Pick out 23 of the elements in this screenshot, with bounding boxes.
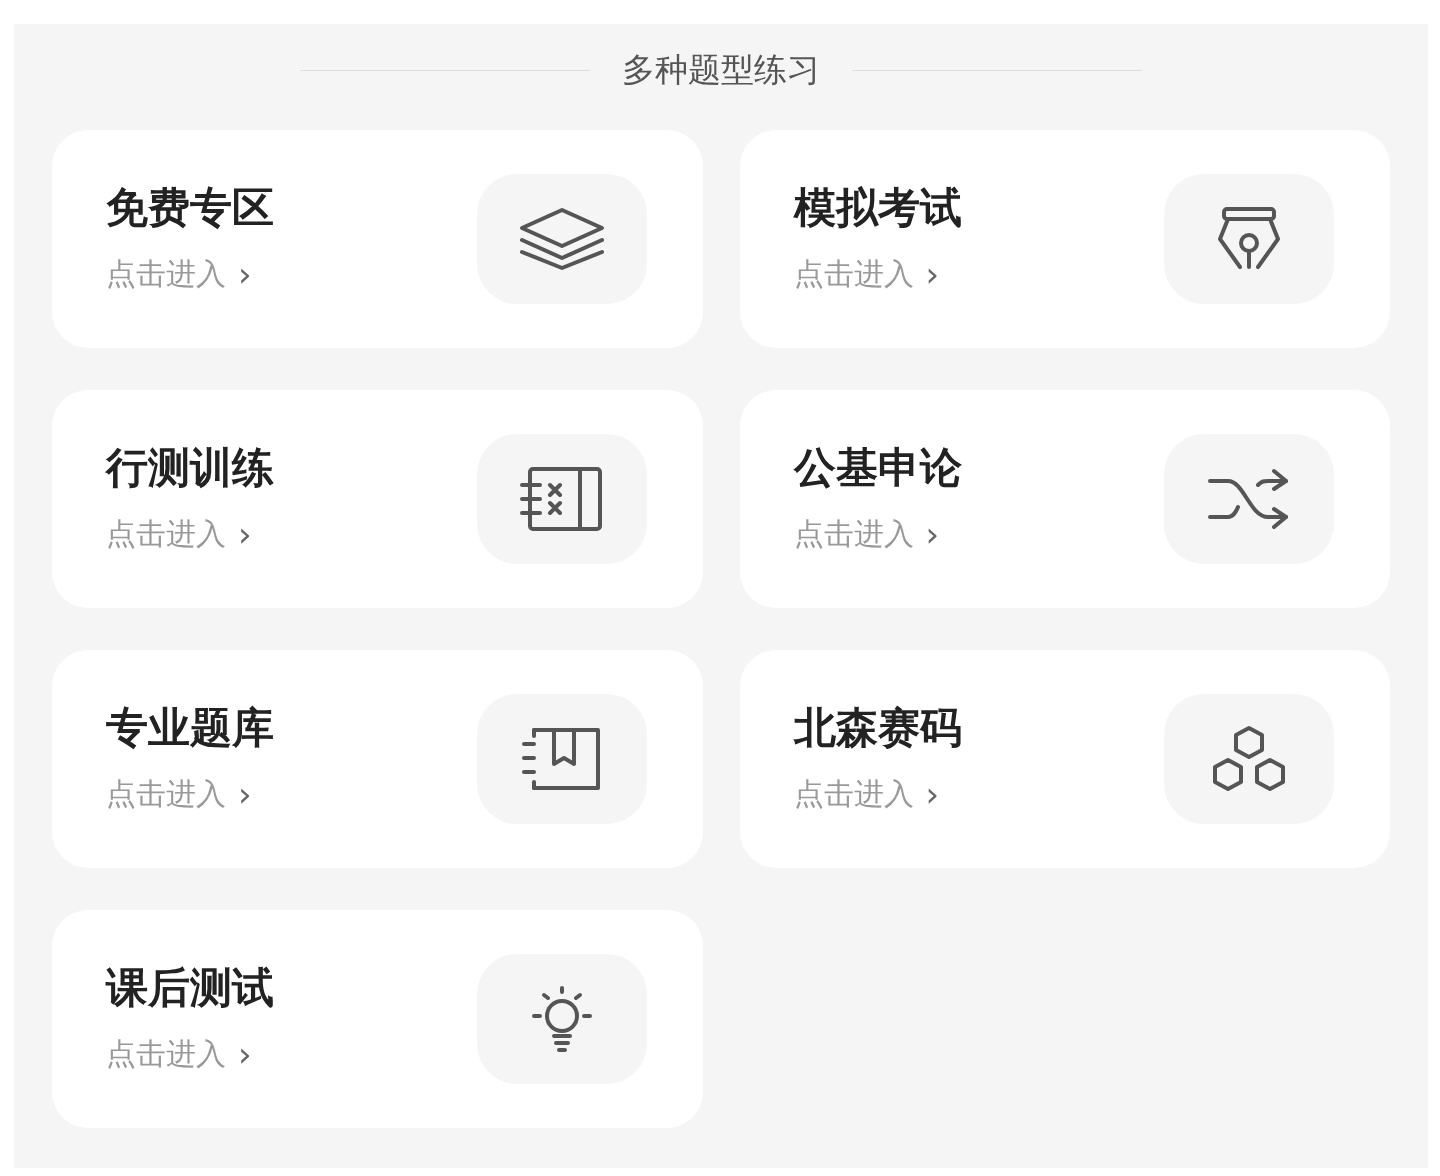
enter-link[interactable]: 点击进入 ›: [793, 777, 962, 811]
card-title: 行测训练: [106, 447, 274, 489]
enter-link[interactable]: 点击进入 ›: [106, 257, 274, 291]
card-title: 课后测试: [106, 967, 274, 1009]
category-card[interactable]: 行测训练 点击进入 ›: [52, 390, 703, 608]
category-card[interactable]: 专业题库 点击进入 ›: [52, 650, 703, 868]
category-card[interactable]: 模拟考试 点击进入 ›: [739, 130, 1390, 348]
enter-link[interactable]: 点击进入 ›: [793, 517, 962, 551]
card-title: 公基申论: [793, 447, 962, 489]
category-card[interactable]: 课后测试 点击进入 ›: [52, 910, 703, 1128]
enter-link[interactable]: 点击进入 ›: [793, 257, 962, 291]
card-title: 免费专区: [106, 187, 274, 229]
section-title: 多种题型练习: [622, 49, 820, 92]
enter-link[interactable]: 点击进入 ›: [106, 517, 274, 551]
category-card[interactable]: 北森赛码 点击进入 ›: [739, 650, 1390, 868]
card-title: 专业题库: [106, 707, 274, 749]
enter-link[interactable]: 点击进入 ›: [106, 777, 274, 811]
category-card[interactable]: 公基申论 点击进入 ›: [739, 390, 1390, 608]
enter-link[interactable]: 点击进入 ›: [106, 1037, 274, 1071]
notebook-icon: [519, 465, 604, 533]
card-title: 北森赛码: [793, 707, 962, 749]
category-card[interactable]: 免费专区 点击进入 ›: [52, 130, 703, 348]
card-title: 模拟考试: [793, 187, 962, 229]
